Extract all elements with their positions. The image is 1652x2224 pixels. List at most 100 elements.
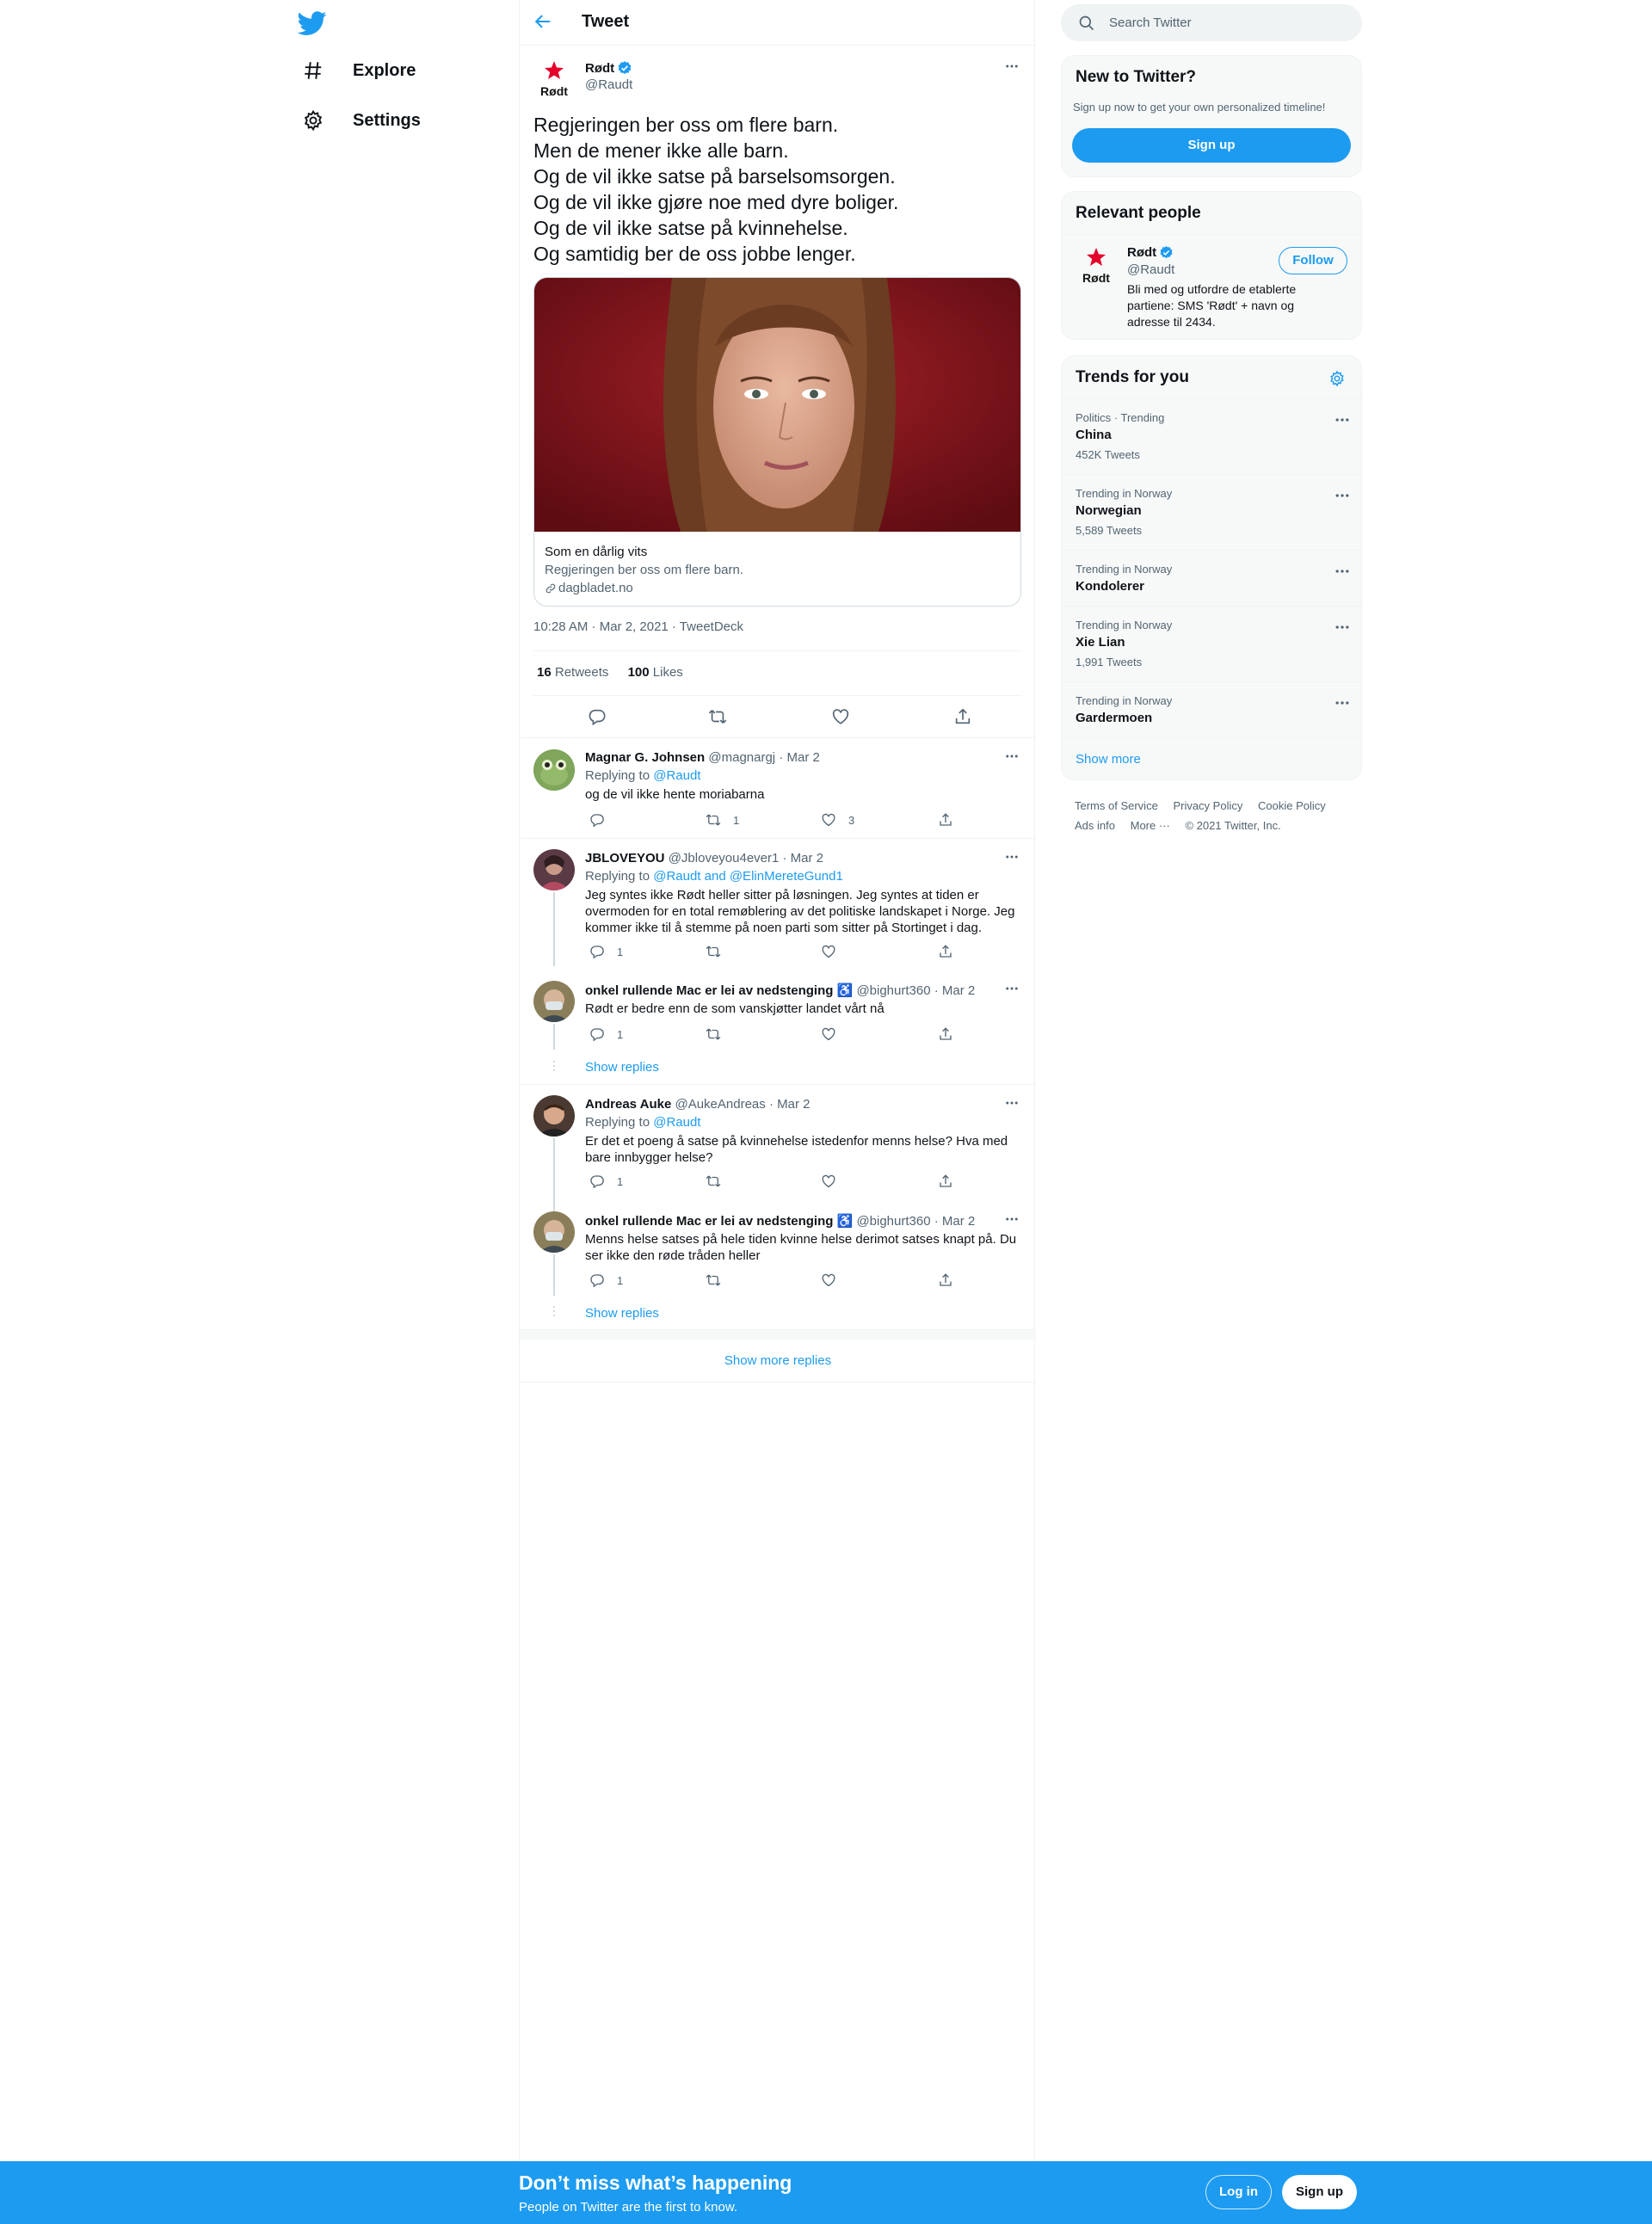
retweets-stat[interactable]: 16 Retweets: [537, 665, 608, 680]
reply-author-name[interactable]: Andreas Auke: [585, 1097, 671, 1112]
footer-link[interactable]: Privacy Policy: [1173, 799, 1242, 812]
reply-author-handle[interactable]: @magnargj: [708, 750, 775, 765]
copyright: © 2021 Twitter, Inc.: [1185, 819, 1281, 832]
reply-tweet[interactable]: Magnar G. Johnsen @magnargj · Mar 2 Repl…: [520, 738, 1036, 839]
show-replies-link[interactable]: Show replies: [585, 1306, 659, 1321]
more-icon[interactable]: [1334, 694, 1351, 712]
nav-settings[interactable]: Settings: [298, 99, 421, 142]
more-icon[interactable]: [1334, 487, 1351, 504]
share-action[interactable]: [938, 1026, 965, 1042]
search-input[interactable]: Search Twitter: [1061, 4, 1362, 41]
reply-author-handle[interactable]: @bighurt360: [856, 1214, 930, 1229]
reply-action[interactable]: 1: [589, 1026, 623, 1042]
trend-item[interactable]: Trending in Norway Kondolerer: [1062, 550, 1363, 606]
banner-sign-up-button[interactable]: Sign up: [1282, 2175, 1357, 2209]
trend-item[interactable]: Trending in Norway Norwegian 5,589 Tweet…: [1062, 474, 1363, 550]
reply-author-handle[interactable]: @Jbloveyou4ever1: [669, 851, 780, 866]
reply-author-name[interactable]: Magnar G. Johnsen: [585, 750, 705, 765]
trend-item[interactable]: Politics · Trending China 452K Tweets: [1062, 398, 1363, 474]
retweet-action[interactable]: [706, 1272, 733, 1288]
replying-to-link[interactable]: @Raudt and @ElinMereteGund1: [653, 869, 843, 884]
avatar[interactable]: [533, 981, 575, 1022]
back-arrow-icon[interactable]: [533, 12, 556, 34]
footer-link[interactable]: Terms of Service: [1075, 799, 1158, 812]
log-in-button[interactable]: Log in: [1205, 2175, 1272, 2209]
show-more-replies-button[interactable]: Show more replies: [520, 1340, 1036, 1383]
trend-category: Trending in Norway: [1076, 487, 1173, 500]
reply-date[interactable]: · Mar 2: [769, 1097, 811, 1112]
show-more-trends[interactable]: Show more: [1062, 737, 1363, 780]
reply-action[interactable]: 1: [589, 1174, 623, 1189]
retweet-action[interactable]: 1: [706, 812, 739, 828]
more-icon[interactable]: [1004, 749, 1021, 766]
relevant-handle[interactable]: @Raudt: [1127, 262, 1174, 277]
avatar[interactable]: Rødt: [1076, 245, 1117, 286]
more-icon[interactable]: [1334, 563, 1351, 580]
reply-author-handle[interactable]: @bighurt360: [856, 983, 930, 998]
share-icon[interactable]: [953, 707, 972, 726]
show-replies-link[interactable]: Show replies: [585, 1060, 659, 1075]
reply-author-handle[interactable]: @AukeAndreas: [675, 1097, 765, 1112]
thread-line: [553, 1254, 555, 1296]
retweet-icon[interactable]: [708, 707, 727, 726]
show-more-link[interactable]: Show more: [1076, 752, 1141, 767]
tweet-timestamp[interactable]: 10:28 AM · Mar 2, 2021 · TweetDeck: [533, 619, 743, 634]
relevant-name[interactable]: Rødt: [1127, 245, 1156, 260]
share-action[interactable]: [938, 944, 965, 959]
footer-link[interactable]: Ads info: [1075, 819, 1115, 832]
retweet-action[interactable]: [706, 1026, 733, 1042]
footer-link[interactable]: Cookie Policy: [1258, 799, 1326, 812]
tweet-line: Regjeringen ber oss om flere barn.: [533, 114, 839, 136]
like-action[interactable]: 3: [821, 812, 854, 828]
like-action[interactable]: [821, 1174, 848, 1189]
reply-author-name[interactable]: JBLOVEYOU: [585, 851, 665, 866]
more-icon[interactable]: [1004, 981, 1021, 998]
more-icon[interactable]: [1004, 1211, 1021, 1229]
likes-stat[interactable]: 100 Likes: [628, 665, 683, 680]
retweet-action[interactable]: [706, 1174, 733, 1189]
trend-item[interactable]: Trending in Norway Xie Lian 1,991 Tweets: [1062, 606, 1363, 681]
share-action[interactable]: [938, 1272, 965, 1288]
author-name[interactable]: Rødt: [585, 61, 614, 76]
sign-up-button[interactable]: Sign up: [1072, 128, 1351, 163]
like-action[interactable]: [821, 1272, 848, 1288]
avatar[interactable]: [533, 1095, 575, 1137]
more-icon[interactable]: [1334, 411, 1351, 428]
like-action[interactable]: [821, 1026, 848, 1042]
reply-action[interactable]: 1: [589, 1272, 623, 1288]
reply-date[interactable]: · Mar 2: [779, 750, 820, 765]
avatar[interactable]: Rødt: [533, 59, 575, 100]
nav-explore[interactable]: Explore: [298, 49, 416, 92]
link-card[interactable]: Som en dårlig vits Regjeringen ber oss o…: [533, 277, 1021, 607]
like-action[interactable]: [821, 944, 848, 959]
share-action[interactable]: [938, 1174, 965, 1189]
more-icon[interactable]: [1004, 59, 1021, 76]
reply-author-name[interactable]: onkel rullende Mac er lei av nedstenging…: [585, 983, 853, 998]
reply-date[interactable]: · Mar 2: [934, 983, 976, 998]
gear-icon[interactable]: [1328, 370, 1346, 387]
reply-count: 1: [617, 1174, 624, 1188]
replying-to-link[interactable]: @Raudt: [653, 768, 700, 783]
replying-to-link[interactable]: @Raudt: [653, 1115, 700, 1130]
avatar[interactable]: [533, 1211, 575, 1253]
retweet-action[interactable]: [706, 944, 733, 959]
more-icon[interactable]: [1004, 849, 1021, 866]
footer-link[interactable]: More ···: [1131, 819, 1170, 832]
trend-item[interactable]: Trending in Norway Gardermoen: [1062, 681, 1363, 737]
more-icon[interactable]: [1334, 619, 1351, 636]
reply-action[interactable]: [589, 812, 617, 828]
follow-button[interactable]: Follow: [1279, 247, 1347, 274]
reply-action[interactable]: 1: [589, 944, 623, 959]
author-handle[interactable]: @Raudt: [585, 77, 632, 92]
trend-name: Xie Lian: [1076, 635, 1125, 650]
like-icon[interactable]: [831, 707, 850, 726]
reply-date[interactable]: · Mar 2: [783, 851, 824, 866]
reply-author-name[interactable]: onkel rullende Mac er lei av nedstenging…: [585, 1214, 853, 1229]
share-action[interactable]: [938, 812, 965, 828]
reply-icon[interactable]: [588, 707, 607, 726]
avatar[interactable]: [533, 749, 575, 791]
avatar[interactable]: [533, 849, 575, 890]
reply-date[interactable]: · Mar 2: [934, 1214, 976, 1229]
twitter-logo-icon[interactable]: [298, 9, 334, 45]
more-icon[interactable]: [1004, 1095, 1021, 1112]
